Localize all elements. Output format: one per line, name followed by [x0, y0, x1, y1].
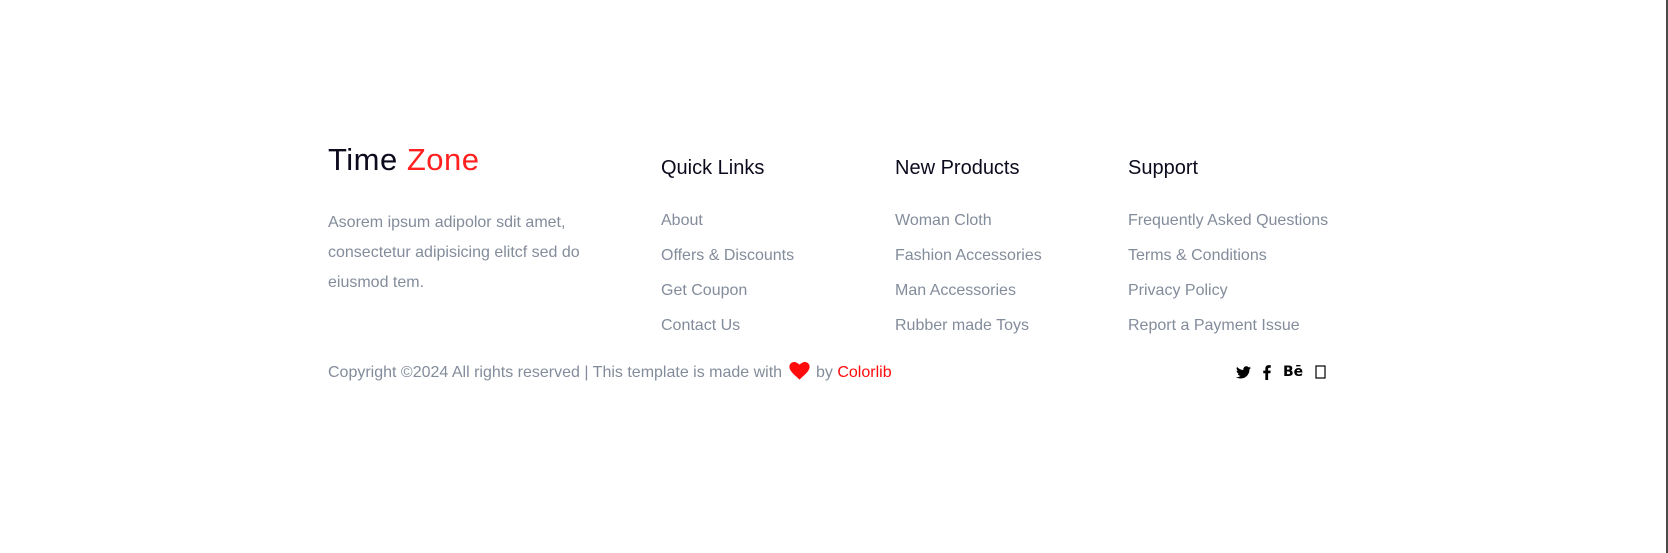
footer-about-text: Asorem ipsum adipolor sdit amet, consect… [328, 214, 580, 291]
footer-column-new-products: New Products Woman Cloth Fashion Accesso… [895, 154, 1042, 343]
footer-link-report-payment-issue[interactable]: Report a Payment Issue [1128, 308, 1328, 343]
copyright-notice: Copyright ©2024 All rights reserved | Th… [328, 362, 892, 387]
twitter-icon[interactable] [1236, 365, 1251, 379]
facebook-icon[interactable] [1263, 364, 1271, 380]
footer-link-terms-conditions[interactable]: Terms & Conditions [1128, 238, 1328, 273]
footer-link-woman-cloth[interactable]: Woman Cloth [895, 203, 1042, 238]
behance-icon[interactable]: Bē [1283, 364, 1303, 380]
column-title: Support [1128, 157, 1199, 179]
copyright-by: by [815, 364, 833, 381]
link-list: About Offers & Discounts Get Coupon Cont… [661, 203, 794, 343]
footer-column-support: Support Frequently Asked Questions Terms… [1128, 154, 1328, 343]
footer-link-get-coupon[interactable]: Get Coupon [661, 273, 794, 308]
column-title: Quick Links [661, 157, 765, 179]
footer-link-faq[interactable]: Frequently Asked Questions [1128, 203, 1328, 238]
footer-link-rubber-made-toys[interactable]: Rubber made Toys [895, 308, 1042, 343]
logo[interactable]: Time Zone [328, 140, 480, 180]
footer-link-fashion-accessories[interactable]: Fashion Accessories [895, 238, 1042, 273]
social-links: Bē [1236, 362, 1326, 382]
footer-link-privacy-policy[interactable]: Privacy Policy [1128, 273, 1328, 308]
logo-word-time: Time [328, 142, 398, 177]
footer-link-about[interactable]: About [661, 203, 794, 238]
footer-link-contact-us[interactable]: Contact Us [661, 308, 794, 343]
colorlib-link[interactable]: Colorlib [837, 364, 891, 381]
footer-column-quick-links: Quick Links About Offers & Discounts Get… [661, 154, 794, 343]
heart-icon [788, 362, 810, 387]
page: Time Zone Asorem ipsum adipolor sdit ame… [0, 0, 1668, 553]
link-list: Frequently Asked Questions Terms & Condi… [1128, 203, 1328, 343]
logo-word-zone: Zone [406, 142, 480, 177]
link-list: Woman Cloth Fashion Accessories Man Acce… [895, 203, 1042, 343]
globe-icon[interactable] [1315, 365, 1326, 379]
copyright-text: Copyright ©2024 All rights reserved | Th… [328, 364, 783, 381]
footer-link-offers-discounts[interactable]: Offers & Discounts [661, 238, 794, 273]
footer-link-man-accessories[interactable]: Man Accessories [895, 273, 1042, 308]
column-title: New Products [895, 157, 1020, 179]
